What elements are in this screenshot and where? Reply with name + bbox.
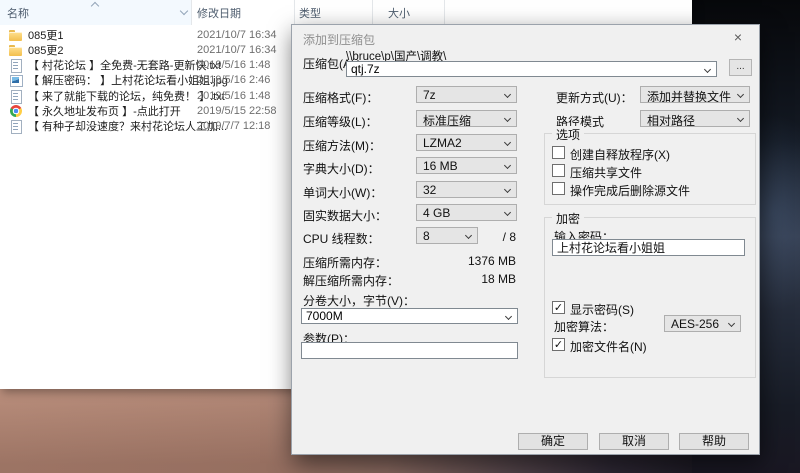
- cpu-threads-value: 8: [423, 229, 430, 243]
- file-date: 2019/5/16 1:48: [197, 90, 270, 102]
- dict-size-value: 16 MB: [423, 159, 458, 173]
- archive-name-input[interactable]: [347, 62, 716, 76]
- column-header-size[interactable]: 大小: [373, 0, 445, 25]
- chevron-down-icon: [465, 232, 472, 239]
- browse-button[interactable]: ...: [729, 59, 752, 76]
- encrypt-filenames-checkbox[interactable]: ✓: [552, 338, 565, 351]
- close-icon[interactable]: ×: [727, 29, 749, 45]
- chevron-down-icon: [504, 139, 511, 146]
- ok-button[interactable]: 确定: [518, 433, 588, 450]
- level-label: 压缩等级(L)：: [303, 113, 378, 130]
- file-date: 2019/7/7 12:18: [197, 120, 270, 132]
- solid-size-value: 4 GB: [423, 206, 450, 220]
- column-header-type[interactable]: 类型: [295, 0, 373, 25]
- text-file-icon: [9, 119, 23, 133]
- dict-size-label: 字典大小(D)：: [303, 160, 380, 177]
- mem-decompress-label: 解压缩所需内存：: [303, 272, 399, 289]
- encryption-method-label: 加密算法：: [554, 318, 614, 335]
- chevron-down-icon: [728, 320, 735, 327]
- column-header-date[interactable]: 修改日期: [192, 0, 295, 25]
- desktop: 名称 修改日期 类型 大小 085更1 2021/10/7 16:34 085更…: [0, 0, 800, 473]
- parameters-input[interactable]: [301, 342, 518, 359]
- cpu-threads-combo[interactable]: 8: [416, 227, 478, 244]
- text-file-icon: [9, 89, 23, 103]
- file-name: 085更1: [28, 27, 63, 43]
- create-sfx-label: 创建自释放程序(X): [570, 146, 670, 163]
- format-value: 7z: [423, 88, 436, 102]
- show-password-label: 显示密码(S): [570, 301, 634, 318]
- mem-decompress-value: 18 MB: [416, 272, 516, 286]
- options-group-title: 选项: [552, 126, 584, 143]
- text-file-icon: [9, 58, 23, 72]
- column-header-date-label: 修改日期: [197, 5, 241, 21]
- create-sfx-checkbox[interactable]: [552, 146, 565, 159]
- file-date: 2019/5/16 1:48: [197, 59, 270, 71]
- volume-size-combo[interactable]: [301, 308, 518, 324]
- show-password-checkbox[interactable]: ✓: [552, 301, 565, 314]
- archive-name-combo[interactable]: [346, 61, 717, 77]
- volume-size-label: 分卷大小，字节(V)：: [303, 292, 415, 309]
- help-button[interactable]: 帮助: [679, 433, 749, 450]
- chevron-down-icon: [504, 91, 511, 98]
- volume-size-input[interactable]: [302, 309, 517, 323]
- update-mode-label: 更新方式(U)：: [556, 89, 633, 106]
- word-size-combo[interactable]: 32: [416, 181, 517, 198]
- method-value: LZMA2: [423, 136, 462, 150]
- column-header-type-label: 类型: [299, 5, 321, 21]
- folder-icon: [9, 43, 23, 57]
- format-combo[interactable]: 7z: [416, 86, 517, 103]
- mem-compress-label: 压缩所需内存：: [303, 254, 387, 271]
- encryption-method-value: AES-256: [671, 317, 719, 331]
- file-name: 【 来了就能下载的论坛，纯免费！ 】.txt: [28, 88, 225, 104]
- dict-size-combo[interactable]: 16 MB: [416, 157, 517, 174]
- format-label: 压缩格式(F)：: [303, 89, 378, 106]
- file-date: 2021/10/7 16:34: [197, 29, 277, 41]
- file-date: 2021/10/7 16:34: [197, 44, 277, 56]
- share-files-checkbox[interactable]: [552, 164, 565, 177]
- chevron-down-icon: [504, 115, 511, 122]
- cancel-button[interactable]: 取消: [599, 433, 669, 450]
- share-files-label: 压缩共享文件: [570, 164, 642, 181]
- chevron-down-icon: [737, 115, 744, 122]
- method-combo[interactable]: LZMA2: [416, 134, 517, 151]
- column-header-size-label: 大小: [388, 5, 410, 21]
- update-mode-combo[interactable]: 添加并替换文件: [640, 86, 750, 103]
- encryption-method-combo[interactable]: AES-256: [664, 315, 741, 332]
- solid-size-label: 固实数据大小：: [303, 207, 387, 224]
- path-mode-combo[interactable]: 相对路径: [640, 110, 750, 127]
- file-name: 【 村花论坛 】全免费-无套路-更新快.txt: [28, 57, 221, 73]
- word-size-label: 单词大小(W)：: [303, 184, 382, 201]
- file-date: 2019/5/15 22:58: [197, 105, 277, 117]
- chrome-icon: [9, 104, 23, 118]
- password-input[interactable]: [552, 239, 745, 256]
- chevron-down-icon: [737, 91, 744, 98]
- solid-size-combo[interactable]: 4 GB: [416, 204, 517, 221]
- delete-after-checkbox[interactable]: [552, 182, 565, 195]
- add-to-archive-dialog: 添加到压缩包 × 压缩包(A)： \\bruce\p\国产\调教\ ... 压缩…: [291, 24, 760, 455]
- update-mode-value: 添加并替换文件: [647, 90, 731, 103]
- word-size-value: 32: [423, 183, 436, 197]
- cpu-threads-label: CPU 线程数：: [303, 230, 380, 247]
- encryption-group-title: 加密: [552, 210, 584, 227]
- path-mode-value: 相对路径: [647, 114, 695, 127]
- column-header-name-label: 名称: [7, 5, 29, 21]
- cpu-threads-max: / 8: [478, 230, 516, 244]
- level-combo[interactable]: 标准压缩: [416, 110, 517, 127]
- file-name: 【 永久地址发布页 】-点此打开: [28, 103, 181, 119]
- mem-compress-value: 1376 MB: [416, 254, 516, 268]
- level-value: 标准压缩: [423, 114, 471, 127]
- encrypt-filenames-label: 加密文件名(N): [570, 338, 647, 355]
- chevron-down-icon: [504, 186, 511, 193]
- dialog-title: 添加到压缩包: [303, 31, 375, 48]
- chevron-down-icon: [504, 162, 511, 169]
- delete-after-label: 操作完成后删除源文件: [570, 182, 690, 199]
- file-date: 2019/5/16 2:46: [197, 74, 270, 86]
- file-name: 085更2: [28, 42, 63, 58]
- image-file-icon: [9, 73, 23, 87]
- method-label: 压缩方法(M)：: [303, 137, 381, 154]
- chevron-down-icon: [504, 209, 511, 216]
- folder-icon: [9, 28, 23, 42]
